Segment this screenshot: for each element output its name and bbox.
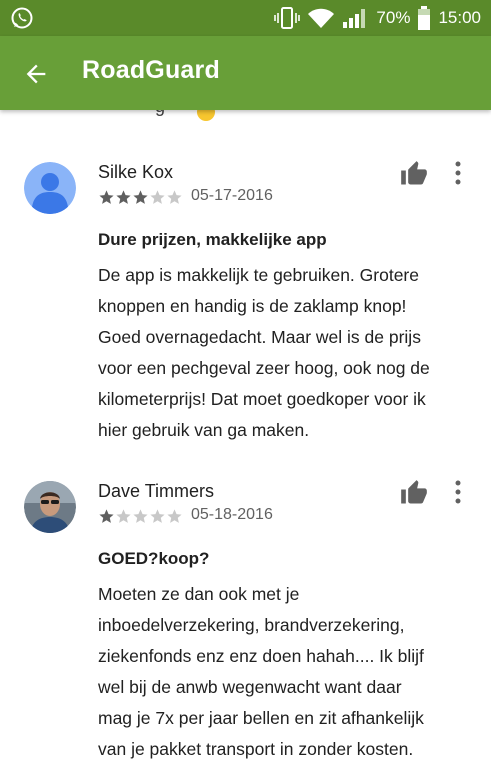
star-filled-icon — [133, 190, 148, 204]
review-body-line: knoppen en handig is de zaklamp knop! — [98, 296, 407, 316]
star-filled-icon — [99, 190, 114, 204]
thumbs-up-icon[interactable] — [400, 479, 428, 507]
review-body-line: De app is makkelijk te gebruiken. Groter… — [98, 265, 419, 285]
star-empty-icon — [116, 509, 131, 523]
star-empty-icon — [167, 190, 182, 204]
review-body-line: hier gebruik van ga maken. — [98, 420, 310, 440]
review-author: Dave Timmers — [98, 481, 215, 501]
review-body-line: wel bij de anwb wegenwacht want daar — [98, 677, 402, 697]
review-author: Silke Kox — [98, 162, 174, 182]
star-filled-icon — [99, 509, 114, 523]
avatar — [24, 162, 76, 214]
clock: 15:00 — [438, 8, 481, 27]
star-filled-icon — [116, 190, 131, 204]
review-body-line: voor een pechgeval zeer hoog, ook nog de — [98, 358, 430, 378]
vibrate-icon — [274, 7, 301, 29]
review-body: De app is makkelijk te gebruiken. Groter… — [98, 260, 468, 446]
review-title: Dure prijzen, makkelijke app — [98, 230, 327, 249]
review-date: 05-18-2016 — [191, 506, 273, 523]
review-body-line: Goed overnagedacht. Maar wel is de prijs — [98, 327, 421, 347]
review-body: Moeten ze dan ook met je inboedelverzeke… — [98, 579, 468, 759]
review-body-line: inboedelverzekering, brandverzekering, — [98, 615, 405, 635]
battery-icon — [418, 6, 431, 30]
avatar — [24, 481, 76, 533]
emoji-icon — [197, 110, 215, 121]
thumbs-up-icon[interactable] — [400, 160, 428, 188]
rating-stars — [98, 189, 183, 206]
reviews-list[interactable]: g Silke Kox 05-17-2016 Dure prijzen, mak… — [0, 110, 491, 759]
wifi-icon — [308, 8, 335, 28]
battery-percent: 70% — [376, 8, 411, 27]
more-options-icon[interactable] — [447, 158, 469, 188]
review-body-line: ziekenfonds enz enz doen hahah.... Ik bl… — [98, 646, 424, 666]
star-empty-icon — [150, 509, 165, 523]
review-body-line: van je pakket transport in zonder kosten… — [98, 739, 414, 759]
more-options-icon[interactable] — [447, 477, 469, 507]
signal-icon — [343, 9, 366, 28]
whatsapp-icon — [11, 7, 33, 29]
app-title: RoadGuard — [82, 56, 220, 84]
status-bar: 70% 15:00 — [0, 0, 491, 36]
rating-stars — [98, 508, 183, 525]
review-date: 05-17-2016 — [191, 187, 273, 204]
star-empty-icon — [133, 509, 148, 523]
previous-review-cutoff: g — [155, 110, 165, 117]
star-empty-icon — [167, 509, 182, 523]
review-title: GOED?koop? — [98, 549, 210, 568]
review-body-line: kilometerprijs! Dat moet goedkoper voor … — [98, 389, 426, 409]
review-body-line: mag je 7x per jaar bellen en zit afhanke… — [98, 708, 424, 728]
review-body-line: Moeten ze dan ook met je — [98, 584, 300, 604]
arrow-back-icon[interactable] — [22, 60, 50, 88]
star-empty-icon — [150, 190, 165, 204]
app-bar: RoadGuard — [0, 36, 491, 110]
